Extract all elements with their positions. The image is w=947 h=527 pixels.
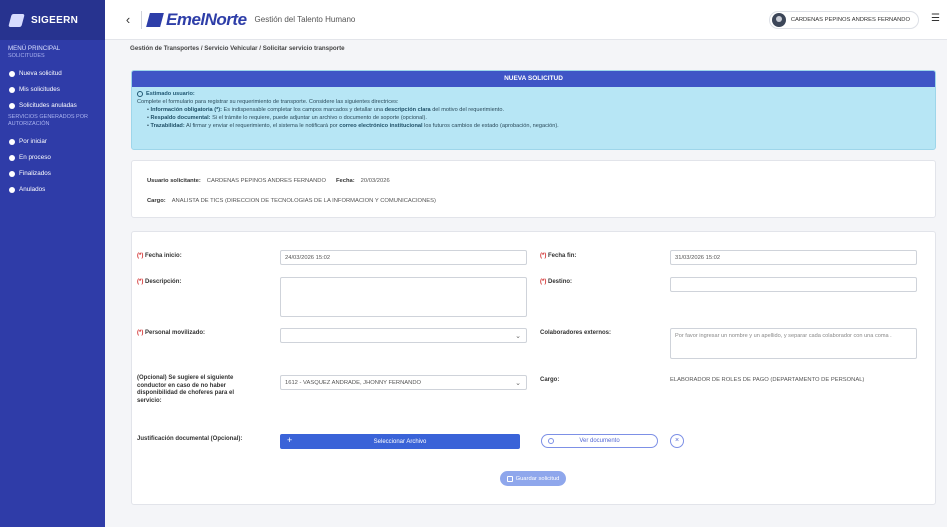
requester-role-row: Cargo: ANALISTA DE TICS (DIRECCION DE TE…: [147, 198, 436, 204]
menu-section-servicios: SERVICIOS GENERADOS POR AUTORIZACIÓN: [8, 114, 88, 127]
circle-icon: [9, 103, 15, 109]
info-intro: Complete el formulario para registrar su…: [137, 99, 399, 105]
info-bullet-3: Trazabilidad: Al firmar y enviar el requ…: [147, 122, 930, 130]
info-heading: NUEVA SOLICITUD: [132, 71, 935, 87]
cargo-label: Cargo:: [540, 377, 560, 383]
user-menu[interactable]: CARDENAS PEPINOS ANDRES FERNANDO: [768, 11, 919, 29]
info-bullet-1: Información obligatoria (*): Es indispen…: [147, 106, 930, 114]
document-label: Justificación documental (Opcional):: [137, 436, 243, 442]
driver-select[interactable]: 1612 - VASQUEZ ANDRADE, JHONNY FERNANDO ⌄: [280, 375, 527, 390]
destination-label: (*) Destino:: [540, 279, 573, 285]
view-document-button[interactable]: Ver documento: [541, 434, 658, 448]
company-logo-icon: [146, 12, 164, 27]
brand-logo-icon: [8, 13, 25, 27]
sidebar-item-nueva-solicitud[interactable]: Nueva solicitud: [0, 66, 105, 82]
sidebar-item-por-iniciar[interactable]: Por iniciar: [0, 134, 105, 150]
circle-icon: [9, 139, 15, 145]
requester-role: ANALISTA DE TICS (DIRECCION DE TECNOLOGI…: [171, 198, 436, 204]
brand[interactable]: SIGEERN: [0, 0, 105, 40]
external-collaborators-input[interactable]: Por favor ingresar un nombre y un apelli…: [670, 328, 917, 359]
request-form: (*) Fecha inicio: 24/03/2026 15:02 (*) F…: [131, 231, 936, 505]
driver-label: (Opcional) Se sugiere el siguiente condu…: [137, 375, 235, 404]
brand-name: SIGEERN: [31, 14, 79, 26]
user-name: CARDENAS PEPINOS ANDRES FERNANDO: [790, 17, 910, 23]
save-icon: [506, 475, 513, 482]
info-panel: NUEVA SOLICITUD Estimado usuario: Comple…: [131, 70, 936, 150]
company-logo: EmelNorte: [146, 10, 247, 30]
menu-toggle-icon[interactable]: ☰: [931, 14, 941, 24]
header-title: Gestión del Talento Humano: [254, 15, 356, 24]
circle-icon: [9, 87, 15, 93]
info-icon: [137, 91, 143, 97]
info-body: Estimado usuario: Complete el formulario…: [132, 87, 935, 133]
eye-icon: [548, 438, 554, 444]
sidebar: SIGEERN MENÚ PRINCIPAL SOLICITUDES Nueva…: [0, 0, 105, 527]
plus-icon: +: [287, 435, 293, 445]
staff-label: (*) Personal movilizado:: [137, 330, 206, 336]
staff-select[interactable]: ⌄: [280, 328, 527, 343]
menu-section-solicitudes: SOLICITUDES: [8, 53, 45, 59]
start-date-label: (*) Fecha inicio:: [137, 253, 182, 259]
top-header: ‹ EmelNorte Gestión del Talento Humano C…: [105, 0, 947, 40]
cargo-value: ELABORADOR DE ROLES DE PAGO (DEPARTAMENT…: [670, 377, 865, 383]
back-arrow-icon[interactable]: ‹: [117, 12, 139, 27]
select-file-button[interactable]: + Seleccionar Archivo: [280, 434, 520, 449]
circle-icon: [9, 171, 15, 177]
breadcrumb: Gestión de Transportes / Servicio Vehicu…: [130, 45, 345, 52]
sidebar-item-en-proceso[interactable]: En proceso: [0, 150, 105, 166]
circle-icon: [9, 187, 15, 193]
sidebar-item-mis-solicitudes[interactable]: Mis solicitudes: [0, 82, 105, 98]
header-divider: [141, 10, 142, 29]
requester-name: CARDENAS PEPINOS ANDRES FERNANDO: [206, 178, 326, 184]
requester-row: Usuario solicitante: CARDENAS PEPINOS AN…: [147, 178, 390, 184]
requester-card: Usuario solicitante: CARDENAS PEPINOS AN…: [131, 160, 936, 218]
circle-icon: [9, 71, 15, 77]
menu-title: MENÚ PRINCIPAL: [8, 45, 61, 52]
start-date-input[interactable]: 24/03/2026 15:02: [280, 250, 527, 265]
info-bullet-2: Respaldo documental: Si el trámite lo re…: [147, 114, 930, 122]
sidebar-item-anulados[interactable]: Anulados: [0, 182, 105, 198]
circle-icon: [9, 155, 15, 161]
sidebar-item-solicitudes-anuladas[interactable]: Solicitudes anuladas: [0, 98, 105, 114]
end-date-label: (*) Fecha fin:: [540, 253, 577, 259]
info-greeting: Estimado usuario:: [137, 90, 930, 98]
description-input[interactable]: [280, 277, 527, 317]
end-date-input[interactable]: 31/03/2026 15:02: [670, 250, 917, 265]
close-icon[interactable]: ×: [670, 434, 684, 448]
chevron-down-icon: ⌄: [515, 333, 521, 340]
description-label: (*) Descripción:: [137, 279, 182, 285]
external-collaborators-label: Colaboradores externos:: [540, 330, 612, 336]
request-date: 20/03/2026: [360, 178, 390, 184]
chevron-down-icon: ⌄: [515, 380, 521, 387]
sidebar-item-finalizados[interactable]: Finalizados: [0, 166, 105, 182]
avatar: [771, 13, 786, 27]
destination-input[interactable]: [670, 277, 917, 292]
save-button[interactable]: Guardar solicitud: [500, 471, 566, 486]
